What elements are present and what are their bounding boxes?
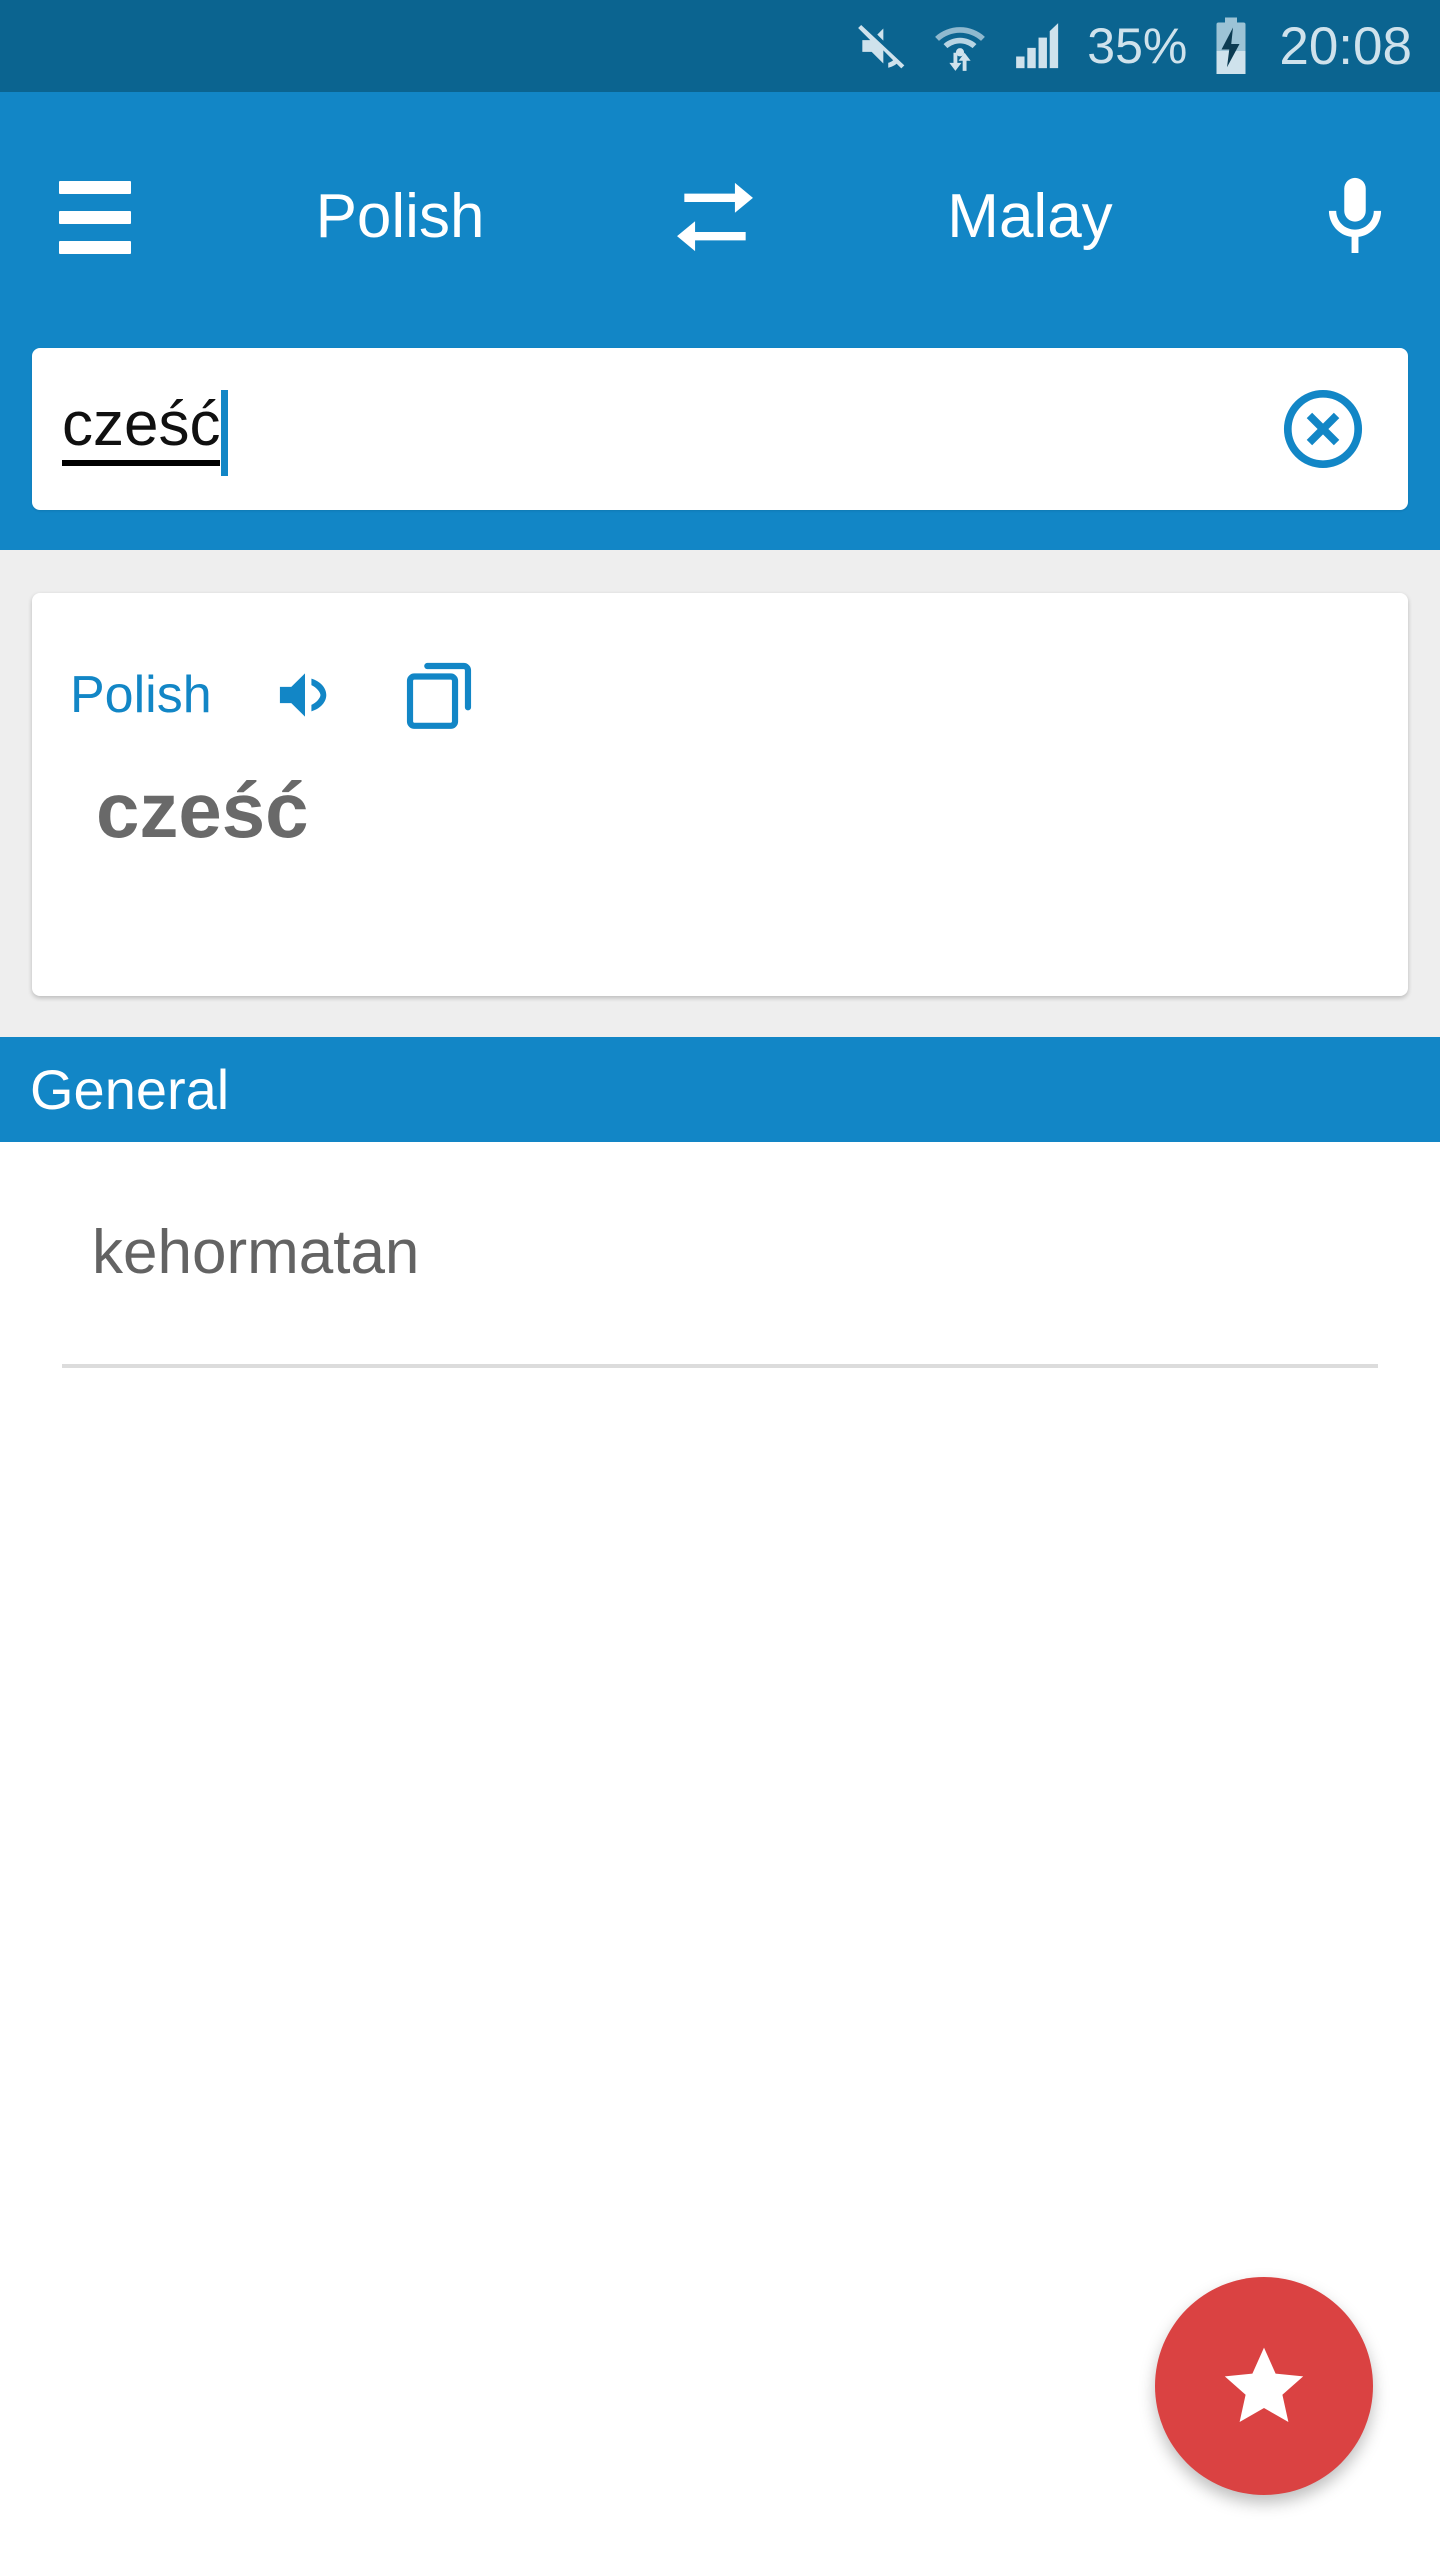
battery-percent-label: 35% [1087, 18, 1188, 74]
wifi-transfer-icon [931, 17, 989, 75]
text-cursor [221, 390, 229, 476]
translation-results-list: kehormatan [0, 1142, 1440, 1368]
translation-word: kehormatan [92, 1218, 420, 1287]
copy-icon [406, 662, 471, 729]
star-icon [1224, 2347, 1304, 2422]
source-card-language-label: Polish [70, 666, 212, 724]
voice-input-button[interactable] [1270, 171, 1440, 263]
source-word: cześć [96, 766, 309, 854]
search-input-value: cześć [62, 392, 221, 466]
source-card-header: Polish [32, 593, 1408, 735]
table-row[interactable]: kehormatan [0, 1142, 1440, 1364]
swap-horizontal-icon [677, 182, 753, 252]
status-bar-clock: 20:08 [1279, 16, 1412, 76]
speak-source-button[interactable] [270, 660, 340, 730]
list-divider [62, 1364, 1378, 1368]
search-input[interactable]: cześć [32, 348, 1238, 510]
hamburger-bar-3 [59, 240, 131, 254]
signal-bars-icon [1011, 18, 1067, 74]
section-header-title: General [30, 1057, 230, 1121]
favorites-fab[interactable] [1155, 2277, 1373, 2495]
app-bar-top-row: Polish Malay [0, 92, 1440, 342]
swap-languages-button[interactable] [640, 171, 790, 263]
copy-source-button[interactable] [402, 658, 476, 732]
app-bar: Polish Malay cześć [0, 92, 1440, 550]
clear-circle-icon [1283, 389, 1363, 469]
hamburger-bar-2 [59, 210, 131, 224]
hamburger-menu-icon[interactable] [30, 92, 160, 342]
clear-search-button[interactable] [1238, 348, 1408, 510]
status-bar: 35% 20:08 [0, 0, 1440, 92]
battery-charging-icon [1209, 16, 1253, 76]
microphone-icon [1328, 177, 1382, 254]
target-language-button[interactable]: Malay [790, 186, 1270, 248]
mute-icon [853, 18, 909, 74]
hamburger-bar-1 [59, 180, 131, 194]
section-header-general: General [0, 1037, 1440, 1142]
speaker-volume-icon [279, 673, 326, 717]
search-input-container[interactable]: cześć [32, 348, 1408, 510]
source-language-button[interactable]: Polish [160, 186, 640, 248]
source-word-card: Polish cześć [32, 593, 1408, 996]
status-bar-icons: 35% 20:08 [831, 16, 1412, 76]
